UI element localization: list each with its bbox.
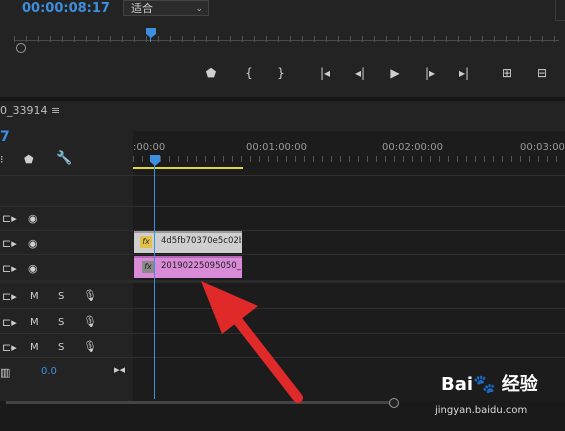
baidu-watermark-logo: Bai🐾 经验	[441, 374, 538, 395]
baidu-watermark-url: jingyan.baidu.com	[435, 405, 528, 416]
annotation-arrow	[201, 281, 303, 403]
